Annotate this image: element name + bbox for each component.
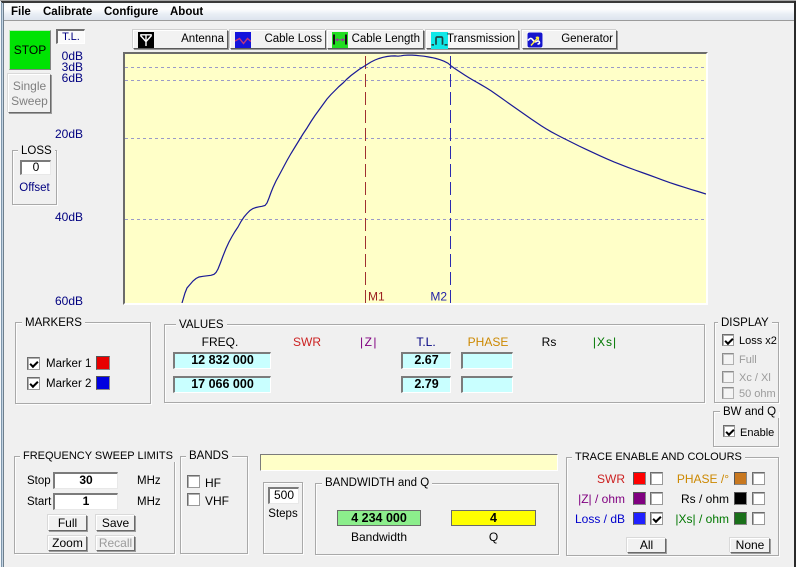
svg-text:M2: M2: [430, 290, 447, 304]
svg-text:M1: M1: [368, 290, 385, 304]
